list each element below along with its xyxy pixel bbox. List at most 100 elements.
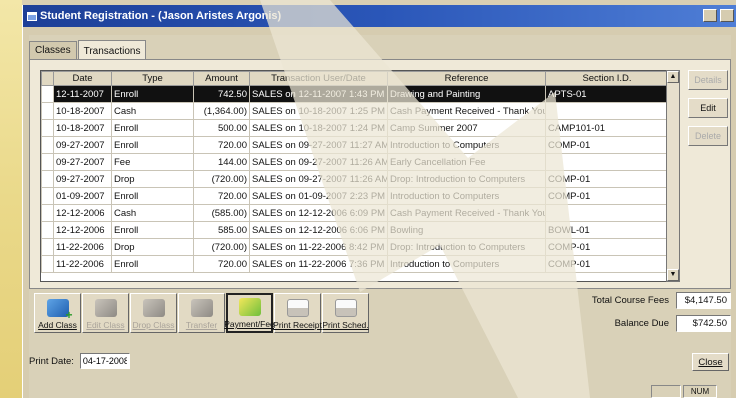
- balance-due-value: $742.50: [676, 315, 731, 332]
- cell-amount: 742.50: [193, 85, 250, 103]
- cell-section-id: COMP-01: [545, 255, 666, 273]
- print-date-group: Print Date:: [29, 353, 130, 369]
- tab-classes[interactable]: Classes: [29, 41, 77, 59]
- table-row[interactable]: 09-27-2007 Fee 144.00 SALES on 09-27-2007 1…: [41, 153, 666, 171]
- maximize-button[interactable]: [720, 9, 734, 22]
- column-header-section-id[interactable]: Section I.D.: [545, 71, 666, 86]
- transfer-button[interactable]: Transfer: [178, 293, 225, 333]
- cell-reference: Introduction to Computers: [387, 255, 546, 273]
- print-receipt-label: Print Receipt: [273, 320, 322, 330]
- row-selector[interactable]: [41, 187, 54, 205]
- column-header-date[interactable]: Date: [53, 71, 112, 86]
- cell-amount: (720.00): [193, 170, 250, 188]
- cell-section-id: [545, 153, 666, 171]
- row-selector[interactable]: [41, 102, 54, 120]
- cell-section-id: COMP-01: [545, 136, 666, 154]
- print-schedule-button[interactable]: Print Sched.: [322, 293, 369, 333]
- cell-type: Enroll: [111, 187, 194, 205]
- row-selector[interactable]: [41, 85, 54, 103]
- cell-amount: (720.00): [193, 238, 250, 256]
- row-selector[interactable]: [41, 255, 54, 273]
- row-selector[interactable]: [41, 119, 54, 137]
- edit-class-button[interactable]: Edit Class: [82, 293, 129, 333]
- cell-amount: 720.00: [193, 136, 250, 154]
- row-selector[interactable]: [41, 221, 54, 239]
- grid-body: 12-11-2007 Enroll 742.50 SALES on 12-11-200…: [41, 85, 666, 273]
- cell-date: 01-09-2007: [53, 187, 112, 205]
- table-row[interactable]: 11-22-2006 Enroll 720.00 SALES on 11-22-200…: [41, 255, 666, 273]
- row-selector[interactable]: [41, 153, 54, 171]
- total-course-fees-label: Total Course Fees: [591, 295, 669, 306]
- row-selector[interactable]: [41, 136, 54, 154]
- cell-amount: 500.00: [193, 119, 250, 137]
- table-row[interactable]: 12-12-2006 Cash (585.00) SALES on 12-12-200…: [41, 204, 666, 222]
- column-header-amount[interactable]: Amount: [193, 71, 250, 86]
- add-class-button[interactable]: Add Class: [34, 293, 81, 333]
- details-button[interactable]: Details: [688, 70, 728, 90]
- cell-date: 12-11-2007: [53, 85, 112, 103]
- scroll-down-arrow-icon[interactable]: ▼: [667, 269, 679, 281]
- cell-transaction-user-date: SALES on 11-22-2006 7:36 PM: [249, 255, 388, 273]
- cell-reference: Introduction to Computers: [387, 187, 546, 205]
- table-row[interactable]: 12-12-2006 Enroll 585.00 SALES on 12-12-200…: [41, 221, 666, 239]
- scroll-up-arrow-icon[interactable]: ▲: [667, 71, 679, 83]
- window-title: Student Registration - (Jason Aristes Ar…: [40, 10, 282, 22]
- grid-vertical-scrollbar[interactable]: ▲ ▼: [666, 70, 680, 282]
- cell-section-id: COMP-01: [545, 187, 666, 205]
- money-icon: [238, 298, 261, 316]
- row-selector[interactable]: [41, 170, 54, 188]
- print-date-field[interactable]: [79, 353, 130, 369]
- student-registration-window: Student Registration - (Jason Aristes Ar…: [22, 5, 736, 398]
- cell-transaction-user-date: SALES on 12-12-2006 6:06 PM: [249, 221, 388, 239]
- cell-reference: Introduction to Computers: [387, 136, 546, 154]
- cell-section-id: BOWL-01: [545, 221, 666, 239]
- close-button-label: Close: [698, 356, 723, 368]
- print-receipt-button[interactable]: Print Receipt: [273, 293, 322, 333]
- print-schedule-label: Print Sched.: [322, 320, 369, 330]
- column-header-transaction-user-date[interactable]: Transaction User/Date: [249, 71, 388, 86]
- table-row[interactable]: 10-18-2007 Enroll 500.00 SALES on 10-18-200…: [41, 119, 666, 137]
- drop-class-button[interactable]: Drop Class: [130, 293, 177, 333]
- delete-button[interactable]: Delete: [688, 126, 728, 146]
- tab-transactions[interactable]: Transactions: [77, 40, 147, 60]
- minimize-button[interactable]: [703, 9, 717, 22]
- cell-transaction-user-date: SALES on 09-27-2007 11:26 AM: [249, 170, 388, 188]
- transfer-label: Transfer: [185, 320, 218, 330]
- cell-type: Enroll: [111, 136, 194, 154]
- cell-reference: Drop: Introduction to Computers: [387, 238, 546, 256]
- table-row[interactable]: 12-11-2007 Enroll 742.50 SALES on 12-11-200…: [41, 85, 666, 103]
- payment-fee-button[interactable]: Payment/Fee: [224, 293, 275, 333]
- table-row[interactable]: 01-09-2007 Enroll 720.00 SALES on 01-09-200…: [41, 187, 666, 205]
- cell-type: Cash: [111, 102, 194, 120]
- edit-class-icon: [94, 299, 117, 317]
- title-bar[interactable]: Student Registration - (Jason Aristes Ar…: [23, 5, 736, 27]
- cell-amount: 585.00: [193, 221, 250, 239]
- cell-date: 12-12-2006: [53, 204, 112, 222]
- table-row[interactable]: 09-27-2007 Drop (720.00) SALES on 09-27-200…: [41, 170, 666, 188]
- table-row[interactable]: 09-27-2007 Enroll 720.00 SALES on 09-27-200…: [41, 136, 666, 154]
- row-selector-header: [41, 71, 54, 86]
- cell-type: Fee: [111, 153, 194, 171]
- num-lock-indicator: NUM: [683, 385, 717, 398]
- drop-class-label: Drop Class: [132, 320, 175, 330]
- transactions-grid: Date Type Amount Transaction User/Date R…: [40, 70, 667, 282]
- row-selector[interactable]: [41, 204, 54, 222]
- cell-section-id: COMP-01: [545, 170, 666, 188]
- edit-button[interactable]: Edit: [688, 98, 728, 118]
- cell-reference: Drawing and Painting: [387, 85, 546, 103]
- row-selector[interactable]: [41, 238, 54, 256]
- cell-type: Drop: [111, 170, 194, 188]
- cell-type: Enroll: [111, 221, 194, 239]
- table-row[interactable]: 10-18-2007 Cash (1,364.00) SALES on 10-18-2…: [41, 102, 666, 120]
- edit-class-label: Edit Class: [86, 320, 125, 330]
- window-client-area: Classes Transactions Date Type Amount Tr…: [29, 35, 731, 398]
- cell-reference: Camp Summer 2007: [387, 119, 546, 137]
- close-button[interactable]: Close: [692, 353, 729, 371]
- printer-icon: [286, 299, 309, 317]
- table-row[interactable]: 11-22-2006 Drop (720.00) SALES on 11-22-200…: [41, 238, 666, 256]
- cell-amount: 144.00: [193, 153, 250, 171]
- column-header-reference[interactable]: Reference: [387, 71, 546, 86]
- column-header-type[interactable]: Type: [111, 71, 194, 86]
- fee-summary: Total Course Fees $4,147.50 Balance Due …: [559, 291, 731, 337]
- cell-transaction-user-date: SALES on 11-22-2006 8:42 PM: [249, 238, 388, 256]
